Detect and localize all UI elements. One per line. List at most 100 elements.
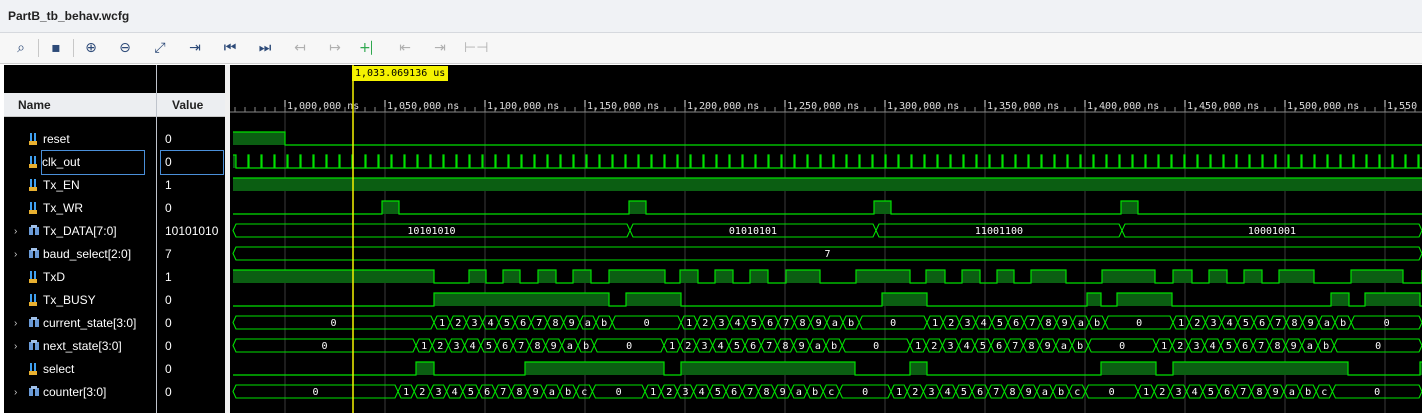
next-marker-icon[interactable]: ⇥ <box>429 37 451 59</box>
select-high-fill <box>910 362 927 375</box>
waveform-canvas[interactable]: 1,000,000 ns 1,050,000 ns 1,100,000 ns 1,15… <box>230 65 1422 413</box>
name-column-header[interactable]: Name <box>4 93 156 117</box>
previous-transition-icon[interactable]: ↤ <box>289 37 311 59</box>
signal-value: 7 <box>165 247 172 261</box>
go-to-last-time-icon[interactable]: ⏭ <box>254 37 276 59</box>
signal-row-tx-busy[interactable]: Tx_BUSY <box>4 289 156 312</box>
current-state-value-label: 1 <box>439 318 445 329</box>
bit-signal-icon <box>29 363 37 375</box>
next-state-value-label: 8 <box>782 341 788 352</box>
counter-value-label: 2 <box>419 387 425 398</box>
counter-value-label: 3 <box>928 387 934 398</box>
zoom-fit-icon[interactable]: ⤢ <box>149 37 171 59</box>
next-state-value-label: 5 <box>1226 341 1232 352</box>
next-transition-icon[interactable]: ↦ <box>324 37 346 59</box>
next-state-value-label: b <box>1077 341 1083 352</box>
value-column-header[interactable]: Value <box>157 93 225 117</box>
counter-value-label: 0 <box>862 387 868 398</box>
previous-marker-icon[interactable]: ⇤ <box>394 37 416 59</box>
current-state-value-label: 6 <box>1259 318 1265 329</box>
expand-chevron-icon[interactable]: › <box>14 312 17 335</box>
counter-value-label: 0 <box>1109 387 1115 398</box>
counter-value-label: a <box>1289 387 1295 398</box>
signal-row-reset[interactable]: reset <box>4 128 156 151</box>
ruler-tick-label: 1,350,000 ns <box>987 101 1059 112</box>
current-state-value-label: 9 <box>569 318 575 329</box>
signal-row-next-state[interactable]: › next_state[3:0] <box>4 335 156 358</box>
current-state-value-label: a <box>832 318 838 329</box>
signal-row-tx-wr[interactable]: Tx_WR <box>4 197 156 220</box>
counter-value-label: 4 <box>699 387 705 398</box>
select-high-fill <box>681 362 855 375</box>
expand-chevron-icon[interactable]: › <box>14 335 17 358</box>
tx-en-high-fill <box>233 178 1422 191</box>
counter-value-label: a <box>549 387 555 398</box>
next-state-value-label: 0 <box>873 341 879 352</box>
swap-cursors-icon[interactable]: ⊢⊣ <box>464 37 488 59</box>
save-icon[interactable]: ▪ <box>45 37 67 59</box>
txd-high-fill <box>469 270 486 283</box>
counter-value-label: 0 <box>616 387 622 398</box>
go-to-time-zero-icon[interactable]: ⏮ <box>219 37 241 59</box>
counter-value-label: 7 <box>500 387 506 398</box>
current-state-value-label: 5 <box>751 318 757 329</box>
waveform-svg[interactable]: 1,000,000 ns 1,050,000 ns 1,100,000 ns 1,15… <box>230 65 1422 413</box>
current-state-value-label: 0 <box>644 318 650 329</box>
txd-high-fill <box>233 270 434 283</box>
signal-name: current_state[3:0] <box>43 316 137 330</box>
tx-wr-high-fill <box>382 201 399 214</box>
next-state-value-label: 2 <box>437 341 443 352</box>
reset-high-fill <box>233 132 285 145</box>
signal-row-current-state[interactable]: › current_state[3:0] <box>4 312 156 335</box>
tx-data-value-label: 10101010 <box>407 226 455 237</box>
expand-chevron-icon[interactable]: › <box>14 243 17 266</box>
counter-value-label: a <box>1042 387 1048 398</box>
signal-row-tx-en[interactable]: Tx_EN <box>4 174 156 197</box>
search-icon[interactable]: ⌕ <box>10 37 32 59</box>
add-marker-icon[interactable]: +⎸ <box>359 37 385 59</box>
bus-signal-icon <box>29 317 39 327</box>
signal-value: 0 <box>165 385 172 399</box>
next-state-value-label: b <box>831 341 837 352</box>
tx-data-value-label: 01010101 <box>729 226 777 237</box>
signal-name: reset <box>43 132 70 146</box>
next-state-value-label: 1 <box>421 341 427 352</box>
bit-signal-icon <box>29 133 37 145</box>
counter-value-label: 5 <box>1208 387 1214 398</box>
signal-row-txd[interactable]: TxD <box>4 266 156 289</box>
counter-value-label: b <box>812 387 818 398</box>
signal-name-panel: Name reset clk_out Tx_EN Tx_WR › Tx_DATA[7:0]… <box>4 65 156 413</box>
signal-row-tx-data[interactable]: › Tx_DATA[7:0] <box>4 220 156 243</box>
next-state-value-label: 4 <box>1210 341 1216 352</box>
counter-value-label: 5 <box>961 387 967 398</box>
signal-value: 0 <box>165 293 172 307</box>
expand-chevron-icon[interactable]: › <box>14 220 17 243</box>
next-state-value-label: 5 <box>734 341 740 352</box>
bus-signal-icon <box>29 386 39 396</box>
counter-value-label: c <box>581 387 587 398</box>
tx-data-value-label: 10001001 <box>1248 226 1296 237</box>
counter-value-label: 4 <box>452 387 458 398</box>
signal-row-baud-select[interactable]: › baud_select[2:0] <box>4 243 156 266</box>
current-state-value-label: 6 <box>767 318 773 329</box>
signal-name: Tx_BUSY <box>43 293 96 307</box>
signal-row-clk-out[interactable]: clk_out <box>4 150 156 175</box>
expand-chevron-icon[interactable]: › <box>14 381 17 404</box>
next-state-value-label: 0 <box>1375 341 1381 352</box>
tx-wr-high-fill <box>629 201 646 214</box>
go-to-cursor-icon[interactable]: ⇥ <box>184 37 206 59</box>
next-state-value-label: 7 <box>1258 341 1264 352</box>
txd-high-fill <box>1351 270 1403 283</box>
current-state-value-label: 3 <box>718 318 724 329</box>
signal-row-select[interactable]: select <box>4 358 156 381</box>
counter-value-label: 8 <box>516 387 522 398</box>
zoom-in-icon[interactable]: ⊕ <box>80 37 102 59</box>
signal-row-counter[interactable]: › counter[3:0] <box>4 381 156 404</box>
next-state-value-label: 1 <box>1161 341 1167 352</box>
next-state-value-label: a <box>1061 341 1067 352</box>
signal-name: baud_select[2:0] <box>43 247 132 261</box>
current-state-value-label: 2 <box>1194 318 1200 329</box>
txd-high-fill <box>1031 270 1066 283</box>
zoom-out-icon[interactable]: ⊖ <box>114 37 136 59</box>
tx-wr-trace <box>233 200 1422 215</box>
